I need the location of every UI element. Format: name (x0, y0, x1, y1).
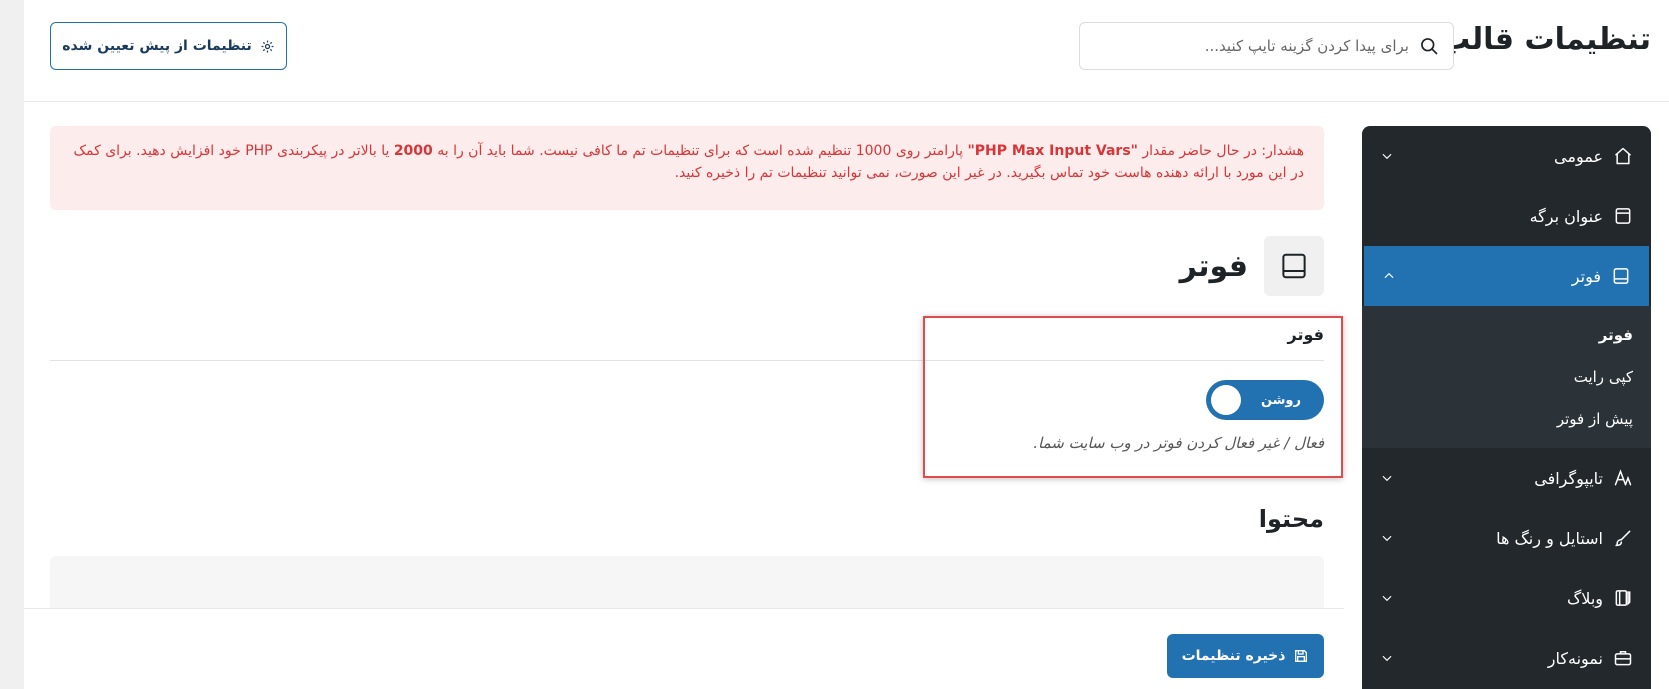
save-settings-button[interactable]: ذخیره تنظیمات (1167, 634, 1324, 678)
brush-icon (1615, 530, 1631, 547)
typography-icon (1614, 469, 1632, 486)
page-header: تنظیمات قالب تنظیمات از پیش تعیین شده (24, 0, 1669, 102)
chevron-down-icon (1382, 595, 1392, 602)
blog-icon (1615, 590, 1631, 606)
sidebar-item-label: وبلاگ (1566, 588, 1603, 608)
admin-left-strip (0, 0, 24, 689)
php-input-vars-warning: هشدار: در حال حاضر مقدار "PHP Max Input … (50, 126, 1324, 210)
preset-settings-button[interactable]: تنظیمات از پیش تعیین شده (50, 22, 287, 70)
search-input[interactable] (1094, 37, 1409, 55)
submenu-item-pre-footer[interactable]: پیش از فوتر (1362, 398, 1651, 440)
chevron-down-icon (1382, 475, 1392, 482)
content-panel (50, 556, 1324, 608)
page-title: تنظیمات قالب (1440, 22, 1651, 57)
sidebar-item-typography[interactable]: تایپوگرافی (1362, 448, 1651, 508)
chevron-down-icon (1382, 535, 1392, 542)
sidebar-item-label: عنوان برگه (1529, 206, 1603, 226)
sidebar-item-label: تایپوگرافی (1534, 468, 1603, 488)
sidebar-item-portfolio[interactable]: نمونه‌کار (1362, 628, 1651, 688)
search-icon (1421, 38, 1438, 55)
settings-sidebar: عمومی عنوان برگه فوتر فوتر کپی رایت پیش … (1362, 126, 1651, 689)
home-icon (1615, 147, 1631, 165)
footer-icon (1613, 268, 1629, 284)
save-button-label: ذخیره تنظیمات (1181, 648, 1286, 664)
content-section-title: محتوا (1258, 505, 1324, 533)
sidebar-item-label: عمومی (1554, 146, 1603, 166)
chevron-down-icon (1382, 153, 1392, 160)
page-title-icon (1615, 208, 1631, 224)
section-heading: فوتر (1180, 236, 1324, 296)
chevron-down-icon (1382, 655, 1392, 662)
warning-text-2: پارامتر روی 1000 تنظیم شده است که برای ت… (432, 143, 968, 159)
briefcase-icon (1614, 651, 1632, 666)
preset-button-label: تنظیمات از پیش تعیین شده (62, 38, 252, 54)
warning-text-1: هشدار: در حال حاضر مقدار (1137, 143, 1304, 159)
gear-icon (261, 40, 274, 52)
submenu-item-copyright[interactable]: کپی رایت (1362, 356, 1651, 398)
search-box[interactable] (1079, 22, 1454, 70)
sidebar-item-footer[interactable]: فوتر (1364, 246, 1649, 306)
highlight-box (923, 316, 1343, 478)
sidebar-item-label: نمونه‌کار (1547, 648, 1603, 668)
section-icon-box (1264, 236, 1324, 296)
section-title: فوتر (1179, 248, 1248, 284)
sidebar-item-general[interactable]: عمومی (1362, 126, 1651, 186)
save-icon (1295, 650, 1308, 662)
warning-strong-2: 2000 (393, 143, 433, 159)
sidebar-item-label: استایل و رنگ ها (1496, 528, 1603, 548)
sidebar-item-blog[interactable]: وبلاگ (1362, 568, 1651, 628)
bottom-action-bar (24, 608, 1344, 689)
footer-submenu: فوتر کپی رایت پیش از فوتر (1362, 306, 1651, 448)
submenu-item-footer[interactable]: فوتر (1362, 314, 1651, 356)
chevron-up-icon (1384, 272, 1394, 279)
sidebar-item-page-title[interactable]: عنوان برگه (1362, 186, 1651, 246)
sidebar-item-label: فوتر (1571, 266, 1601, 286)
footer-icon (1282, 253, 1306, 279)
sidebar-item-styles-colors[interactable]: استایل و رنگ ها (1362, 508, 1651, 568)
warning-strong-1: "PHP Max Input Vars" (967, 143, 1138, 159)
